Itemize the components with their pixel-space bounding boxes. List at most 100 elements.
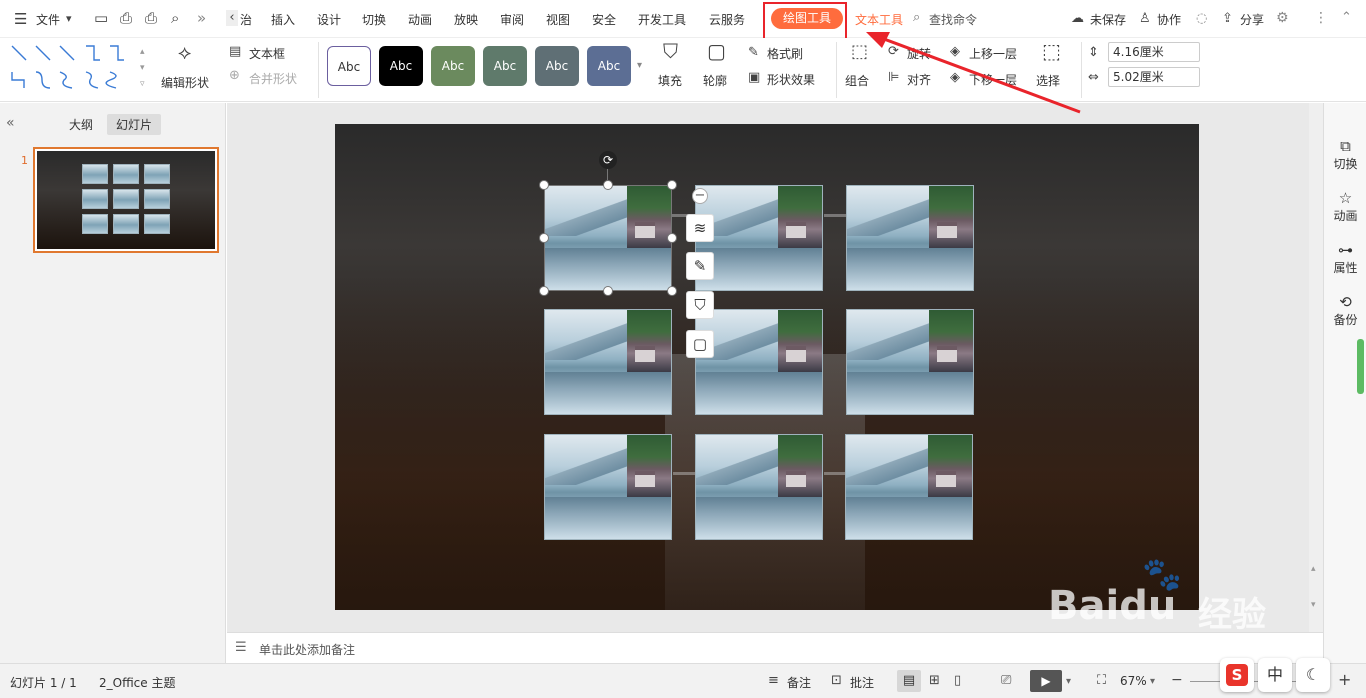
collapse-panel-icon[interactable]: « xyxy=(6,115,15,131)
outline-button[interactable]: 轮廓 xyxy=(703,72,727,89)
print-preview-icon[interactable]: ⌕ xyxy=(171,10,179,26)
properties-pane-button[interactable]: 属性 xyxy=(1324,259,1366,276)
gear-icon[interactable]: ⚙ xyxy=(1276,10,1289,26)
text-box-button[interactable]: 文本框 xyxy=(249,45,285,62)
notes-placeholder[interactable]: 单击此处添加备注 xyxy=(259,641,355,658)
unsaved-status[interactable]: 未保存 xyxy=(1090,11,1126,28)
picture-2[interactable] xyxy=(695,185,823,291)
picture-3[interactable] xyxy=(846,185,974,291)
shape-style-white[interactable]: Abc xyxy=(327,46,371,86)
slideshow-options-icon[interactable]: ▾ xyxy=(1066,674,1071,690)
tab-outline[interactable]: 大纲 xyxy=(69,116,93,133)
tab-review[interactable]: 审阅 xyxy=(500,11,524,28)
backup-pane-button[interactable]: 备份 xyxy=(1324,311,1366,328)
comment-bubble-icon[interactable]: ◌ xyxy=(1196,11,1207,27)
shape-style-blue[interactable]: Abc xyxy=(587,46,631,86)
moon-icon[interactable]: ☾ xyxy=(1296,658,1330,692)
transition-pane-button[interactable]: 切换 xyxy=(1324,155,1366,172)
layers-icon[interactable]: ≋ xyxy=(686,214,714,242)
resize-handle-top[interactable] xyxy=(603,180,613,190)
shape-style-gray[interactable]: Abc xyxy=(535,46,579,86)
resize-handle-bottom-right[interactable] xyxy=(667,286,677,296)
style-gallery-more-icon[interactable]: ▾ xyxy=(637,58,642,74)
resize-handle-right[interactable] xyxy=(667,233,677,243)
height-input[interactable]: 4.16厘米 xyxy=(1108,42,1200,62)
tab-design[interactable]: 设计 xyxy=(317,11,341,28)
resize-handle-bottom-left[interactable] xyxy=(539,286,549,296)
notes-pane[interactable]: ☰ 单击此处添加备注 xyxy=(227,632,1323,663)
export-pdf-icon[interactable]: ⎙ xyxy=(120,10,132,26)
tab-animation[interactable]: 动画 xyxy=(408,11,432,28)
slide-thumbnail[interactable] xyxy=(33,147,219,253)
tab-transition[interactable]: 切换 xyxy=(362,11,386,28)
save-icon[interactable]: ▭ xyxy=(94,10,108,26)
gallery-scroll-down-icon[interactable]: ▾ xyxy=(140,60,145,76)
chevron-down-icon[interactable]: ▾ xyxy=(66,11,72,27)
brush-icon[interactable]: ✎ xyxy=(686,252,714,280)
tab-cloud-service[interactable]: 云服务 xyxy=(709,11,745,28)
fill-bucket-float-icon[interactable]: ⛉ xyxy=(686,291,714,319)
zoom-out-icon[interactable]: − xyxy=(1171,672,1183,688)
play-slideshow-icon[interactable]: ▶ xyxy=(1030,670,1062,692)
tab-insert[interactable]: 插入 xyxy=(271,11,295,28)
tab-slides[interactable]: 幻灯片 xyxy=(107,114,162,135)
picture-8[interactable] xyxy=(695,434,823,540)
slide-sorter-icon[interactable]: ⊞ xyxy=(929,673,940,689)
scrollbar-thumb[interactable] xyxy=(1357,339,1364,394)
resize-handle-top-right[interactable] xyxy=(667,180,677,190)
picture-4[interactable] xyxy=(544,309,672,415)
resize-handle-bottom[interactable] xyxy=(603,286,613,296)
tab-view[interactable]: 视图 xyxy=(546,11,570,28)
line-shapes-gallery[interactable] xyxy=(8,42,144,94)
zoom-in-icon[interactable]: + xyxy=(1338,672,1351,688)
notes-toggle-button[interactable]: 备注 xyxy=(787,674,811,691)
star-icon[interactable]: ☆ xyxy=(1324,189,1366,207)
normal-view-icon[interactable]: ▤ xyxy=(897,670,921,692)
resize-handle-left[interactable] xyxy=(539,233,549,243)
picture-7[interactable] xyxy=(544,434,672,540)
zoom-options-icon[interactable]: ▾ xyxy=(1150,674,1155,690)
merge-shape-button[interactable]: 合并形状 xyxy=(249,70,297,87)
width-input[interactable]: 5.02厘米 xyxy=(1108,67,1200,87)
print-icon[interactable]: ⎙ xyxy=(145,10,157,26)
picture-5[interactable] xyxy=(695,309,823,415)
shape-effect-button[interactable]: 形状效果 xyxy=(767,71,815,88)
properties-icon[interactable]: ⊶ xyxy=(1324,241,1366,259)
zoom-level[interactable]: 67% xyxy=(1120,674,1147,688)
theme-name[interactable]: 2_Office 主题 xyxy=(99,674,175,691)
collapse-ribbon-icon[interactable]: ⌃ xyxy=(1341,10,1352,26)
scroll-down-icon[interactable]: ▾ xyxy=(1311,597,1316,613)
shape-style-teal[interactable]: Abc xyxy=(483,46,527,86)
menu-icon[interactable]: ☰ xyxy=(14,11,27,27)
format-painter-button[interactable]: 格式刷 xyxy=(767,45,803,62)
picture-6[interactable] xyxy=(846,309,974,415)
ime-language-toggle[interactable]: 中 xyxy=(1258,658,1292,692)
transition-icon[interactable]: ⧉ xyxy=(1324,137,1366,155)
scroll-tabs-left-icon[interactable]: ‹ xyxy=(226,10,238,26)
tab-start[interactable]: 治 xyxy=(240,11,252,28)
comment-button[interactable]: 批注 xyxy=(850,674,874,691)
fill-button[interactable]: 填充 xyxy=(658,72,682,89)
file-menu[interactable]: 文件 xyxy=(36,11,60,28)
share-button[interactable]: 分享 xyxy=(1240,11,1264,28)
picture-1[interactable] xyxy=(544,185,672,291)
rotate-handle-icon[interactable]: ⟳ xyxy=(599,151,617,169)
shape-style-green[interactable]: Abc xyxy=(431,46,475,86)
tab-text-tools[interactable]: 文本工具 xyxy=(855,11,911,28)
gallery-scroll-up-icon[interactable]: ▴ xyxy=(140,44,145,60)
animation-pane-button[interactable]: 动画 xyxy=(1324,207,1366,224)
gallery-expand-icon[interactable]: ▿ xyxy=(140,76,145,92)
backup-icon[interactable]: ⟲ xyxy=(1324,293,1366,311)
fit-window-icon[interactable]: ⛶ xyxy=(1097,673,1106,689)
scroll-up-icon[interactable]: ▴ xyxy=(1311,561,1316,577)
shape-style-black[interactable]: Abc xyxy=(379,46,423,86)
outline-float-icon[interactable]: ▢ xyxy=(686,330,714,358)
tab-slideshow[interactable]: 放映 xyxy=(454,11,478,28)
reading-view-icon[interactable]: ▯ xyxy=(954,673,961,689)
picture-9[interactable] xyxy=(845,434,973,540)
command-search[interactable]: 查找命令 xyxy=(929,11,977,28)
tab-developer[interactable]: 开发工具 xyxy=(638,11,686,28)
tab-security[interactable]: 安全 xyxy=(592,11,616,28)
vertical-scrollbar[interactable]: ▴ ▾ xyxy=(1309,103,1323,632)
ime-logo-icon[interactable]: S xyxy=(1220,658,1254,692)
